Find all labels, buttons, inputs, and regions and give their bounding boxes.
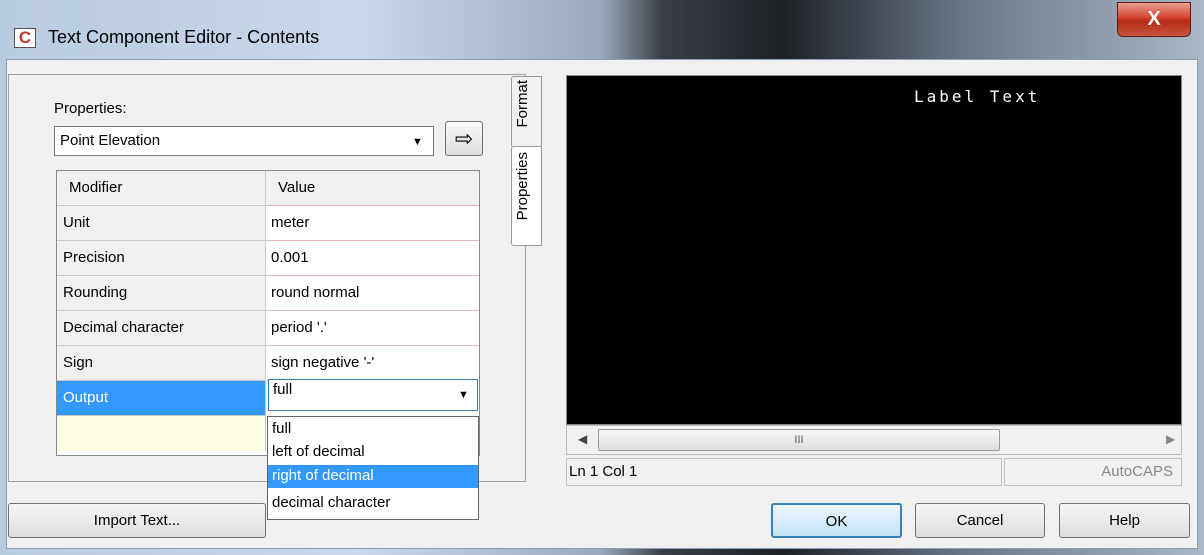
value-cell[interactable]: sign negative '-' [266,346,479,381]
dropdown-option[interactable]: left of decimal [268,441,478,464]
scroll-left-arrow-icon[interactable]: ◀ [578,432,587,446]
close-button[interactable]: X [1117,2,1191,37]
chevron-down-icon[interactable]: ▼ [458,389,469,401]
table-row[interactable]: Precision 0.001 [57,241,479,276]
chevron-down-icon[interactable]: ▼ [412,136,423,148]
output-current-value: full [273,381,293,398]
text-preview-canvas[interactable] [566,75,1182,425]
value-cell[interactable]: 0.001 [266,241,479,276]
modifier-cell: Precision [57,241,266,276]
column-header-modifier: Modifier [57,171,266,206]
dropdown-option[interactable]: full [268,418,478,441]
table-row[interactable]: Unit meter [57,206,479,241]
help-button[interactable]: Help [1059,503,1190,538]
cancel-button[interactable]: Cancel [915,503,1045,538]
properties-selected-value: Point Elevation [60,132,161,149]
value-cell[interactable]: period '.' [266,311,479,346]
table-row[interactable]: Rounding round normal [57,276,479,311]
tab-format-label: Format [514,80,531,128]
table-row[interactable]: Sign sign negative '-' [57,346,479,381]
preview-label-text: Label Text [914,87,1041,106]
import-text-button[interactable]: Import Text... [8,503,266,538]
app-icon: C [14,28,36,48]
table-row-empty[interactable] [57,416,266,451]
modifier-cell: Sign [57,346,266,381]
modifier-cell: Unit [57,206,266,241]
modifier-cell: Output [57,381,266,416]
insert-property-button[interactable]: ⇨ [445,121,483,156]
modifier-cell: Decimal character [57,311,266,346]
value-cell[interactable]: meter [266,206,479,241]
properties-label: Properties: [54,100,127,117]
scrollbar-thumb[interactable]: III [598,429,1000,451]
dropdown-option-highlighted[interactable]: right of decimal [268,465,478,488]
ok-button[interactable]: OK [771,503,902,538]
tab-properties-label: Properties [514,152,531,221]
grid-header: Modifier Value [57,171,479,206]
value-cell[interactable]: round normal [266,276,479,311]
output-combobox[interactable] [268,379,478,411]
table-row[interactable]: Decimal character period '.' [57,311,479,346]
modifier-cell: Rounding [57,276,266,311]
scroll-right-arrow-icon[interactable]: ▶ [1166,432,1175,446]
status-app-name: AutoCAPS [1004,458,1182,486]
status-line-column: Ln 1 Col 1 [566,458,1002,486]
column-header-value: Value [266,171,479,206]
window-title: Text Component Editor - Contents [48,27,320,47]
dropdown-option[interactable]: decimal character [268,492,478,515]
